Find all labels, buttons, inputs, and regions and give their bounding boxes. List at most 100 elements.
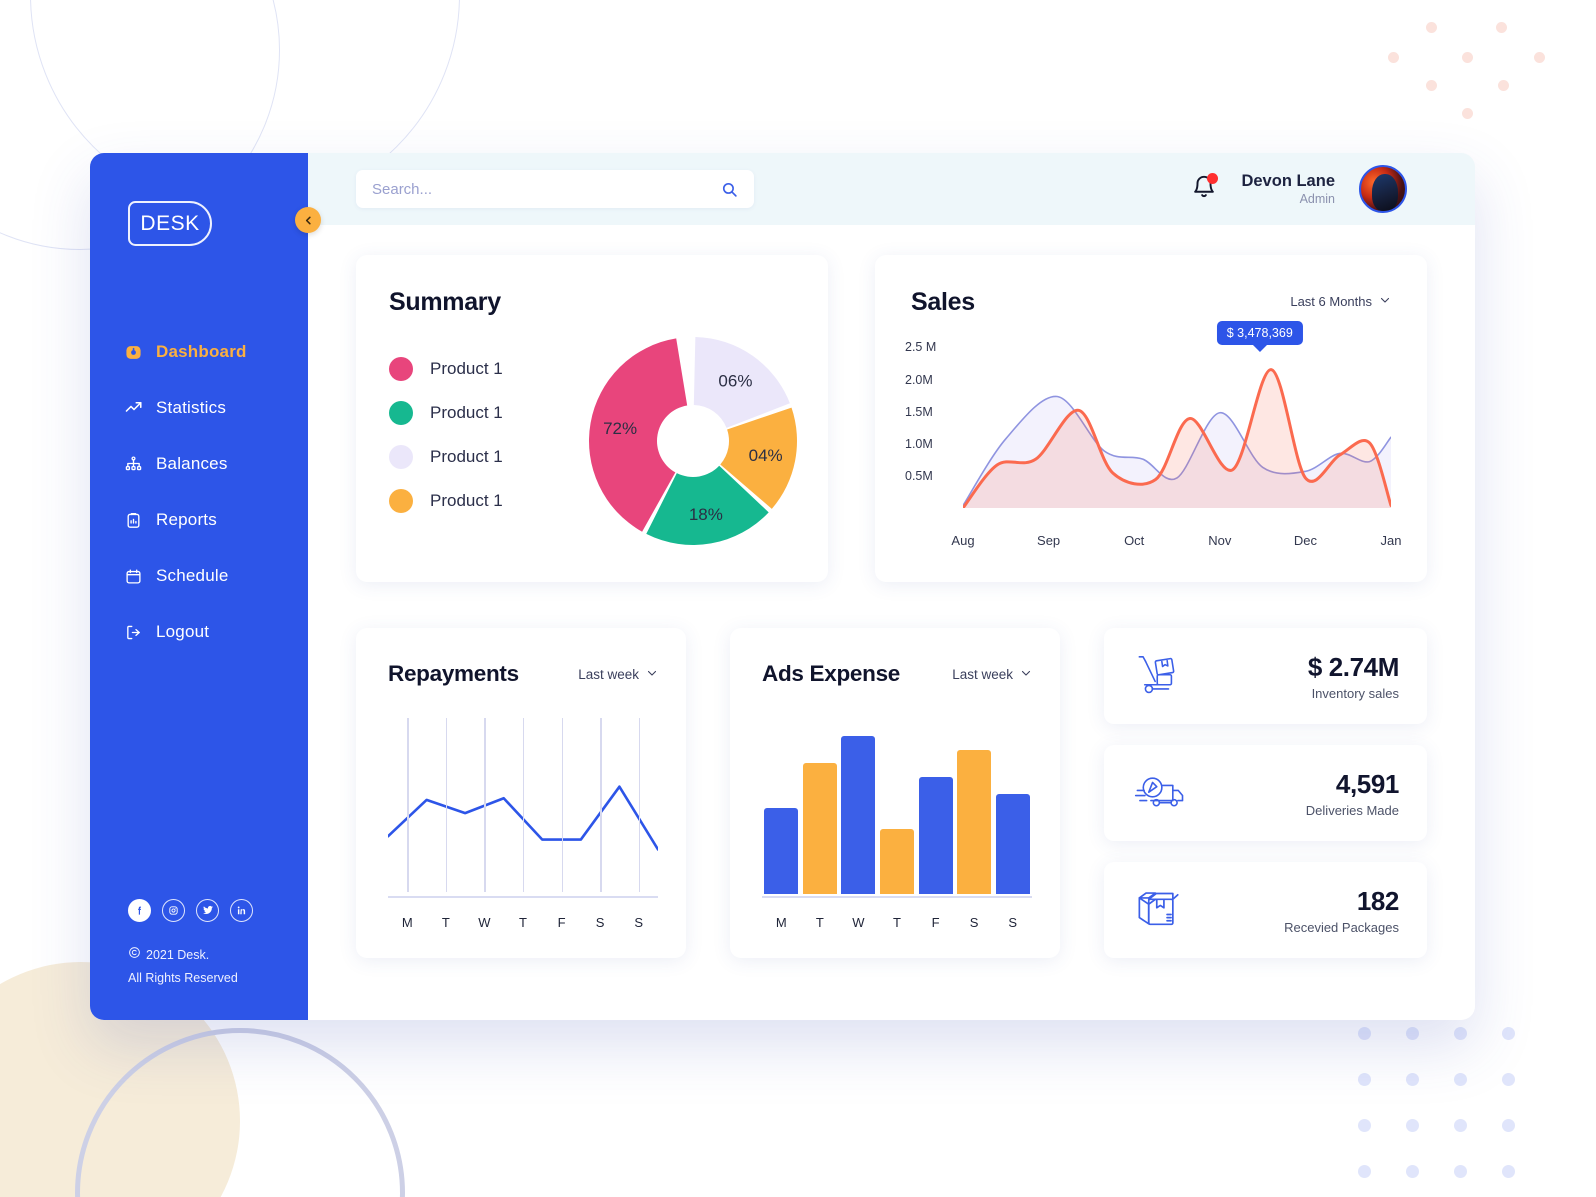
stat-label: Recevied Packages [1284,919,1399,935]
sales-x-tick: Jan [1380,533,1402,548]
decor-dot [1462,52,1473,63]
summary-title: Summary [389,288,501,316]
repayments-x-tick: T [519,915,527,930]
bottom-card-row: Repayments Last week M T W T F S S Ads E… [356,628,1427,958]
copyright-icon [128,944,141,967]
sales-y-tick: 1.5M [905,404,933,419]
repayments-card: Repayments Last week M T W T F S S [356,628,686,958]
sales-y-tick: 1.0M [905,436,933,451]
search-input[interactable] [372,180,721,198]
instagram-icon[interactable] [162,898,185,922]
ads-x-tick: S [969,915,979,930]
twitter-icon[interactable] [196,898,219,922]
stat-label: Deliveries Made [1305,802,1399,818]
legend-label: Product 1 [430,403,503,422]
sales-y-tick: 0.5M [905,468,933,483]
repayments-gridline [407,718,409,892]
legend-swatch [389,445,413,469]
page-root: DESK Dashboard Statistics Balances Repor… [0,0,1596,1197]
calendar-icon [124,567,143,586]
decor-dot [1358,1073,1371,1086]
sales-y-tick: 2.5 M [905,340,937,355]
sales-range-selector[interactable]: Last 6 Months [1290,294,1391,309]
ads-x-tick: M [775,915,787,930]
sidebar-item-dashboard[interactable]: Dashboard [90,324,308,380]
linkedin-icon[interactable] [230,898,253,922]
hand-truck-icon [1134,651,1196,701]
stat-card-deliveries-made[interactable]: 4,591 Deliveries Made [1104,745,1427,841]
repayments-gridline [561,718,563,892]
ads-bar[interactable] [802,763,837,894]
copyright: 2021 Desk. All Rights Reserved [128,944,308,990]
repayments-plot: MTWTFSS [388,718,658,930]
user-role: Admin [1299,191,1335,206]
repayments-gridline [484,718,486,892]
ads-bar[interactable] [764,808,799,894]
ads-bar[interactable] [918,777,953,894]
delivery-truck-icon [1134,770,1196,816]
repayments-header: Repayments Last week [388,661,658,687]
decor-dot [1502,1027,1515,1040]
trend-up-icon [124,399,143,418]
search-icon[interactable] [721,181,738,198]
sidebar-item-reports[interactable]: Reports [90,492,308,548]
ads-range-selector[interactable]: Last week [952,667,1032,682]
ads-bar[interactable] [841,735,876,894]
sidebar-item-label: Schedule [156,566,229,585]
repayments-gridline [445,718,448,892]
search-box[interactable] [356,170,754,208]
repayments-range-selector[interactable]: Last week [578,667,658,682]
repayments-gridline [638,718,641,892]
sidebar-item-balances[interactable]: Balances [90,436,308,492]
sidebar: DESK Dashboard Statistics Balances Repor… [90,153,321,1020]
sidebar-item-label: Statistics [156,398,227,417]
stat-card-inventory-sales[interactable]: $ 2.74M Inventory sales [1104,628,1427,724]
donut-slice-label: 04% [749,446,783,465]
repayments-gridline [600,718,602,892]
avatar[interactable] [1359,165,1407,213]
repayments-x-tick: T [441,915,450,930]
repayments-x-tick: M [401,915,413,930]
decor-dots-blue [1358,1027,1538,1178]
sales-card: Sales Last 6 Months 0.5M 1.0M 1.5M 2.0M … [875,255,1427,582]
facebook-icon[interactable] [128,898,151,922]
ads-x-tick: T [815,915,824,930]
decor-dot [1462,108,1473,119]
legend-label: Product 1 [430,359,503,378]
logo[interactable]: DESK [128,201,308,246]
ads-bar[interactable] [880,828,914,894]
donut-slice-label: 18% [689,505,723,524]
decor-dot [1454,1027,1467,1040]
user-name: Devon Lane [1241,171,1335,190]
repayments-x-tick: S [595,915,605,930]
clipboard-icon [124,511,143,530]
sidebar-item-logout[interactable]: Logout [90,604,308,660]
decor-dot [1426,22,1437,33]
notification-badge [1207,172,1219,184]
decor-dot [1406,1119,1419,1132]
user-info[interactable]: Devon Lane Admin [1241,171,1335,207]
x-axis-line [762,896,1032,898]
decor-dot [1406,1073,1419,1086]
main-area: Devon Lane Admin Summary P [308,153,1475,1020]
legend-label: Product 1 [430,447,503,466]
stat-cards: $ 2.74M Inventory sales 4,591 Deliveries… [1104,628,1427,958]
notifications-button[interactable] [1191,172,1219,205]
ads-bar[interactable] [957,749,992,894]
stat-card-received-packages[interactable]: 182 Recevied Packages [1104,862,1427,958]
ads-x-tick: T [893,915,901,930]
decor-dot [1534,52,1545,63]
dashboard-content: Summary Product 1 Product 1 Product 1 Pr… [308,225,1475,1020]
copyright-line-1: 2021 Desk. [146,947,210,962]
hierarchy-icon [124,455,143,474]
sidebar-item-schedule[interactable]: Schedule [90,548,308,604]
sidebar-collapse-button[interactable] [295,207,321,233]
sales-x-tick: Sep [1037,533,1061,548]
decor-dot [1502,1073,1515,1086]
decor-dot [1454,1073,1467,1086]
ads-bar[interactable] [995,794,1030,894]
repayments-range-label: Last week [578,666,639,682]
stat-text: 182 Recevied Packages [1284,886,1399,935]
sidebar-item-statistics[interactable]: Statistics [90,380,308,436]
sales-tooltip: $ 3,478,369 [1216,321,1303,345]
